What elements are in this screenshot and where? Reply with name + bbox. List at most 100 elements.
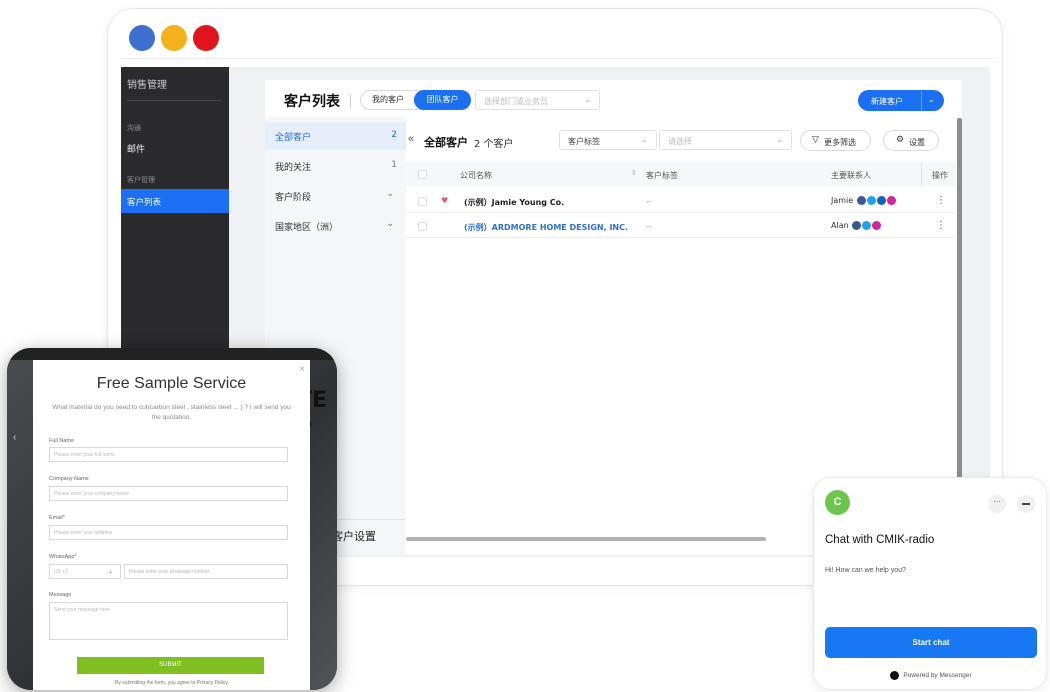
close-icon[interactable]: ×: [299, 364, 305, 375]
column-header-company[interactable]: 公司名称: [460, 170, 492, 181]
chevron-down-icon: ⌄: [386, 219, 394, 229]
country-code-value: US +1: [54, 569, 69, 575]
row-checkbox[interactable]: [418, 197, 427, 206]
tag-value-select[interactable]: 请选择 ⌄: [659, 130, 792, 150]
tab-team-customers[interactable]: 团队客户: [414, 90, 471, 110]
twitter-icon[interactable]: [862, 221, 872, 230]
website-nav-bar: [7, 348, 337, 360]
group-count: 2: [391, 130, 397, 140]
collapse-panel-icon[interactable]: «: [408, 133, 414, 145]
company-name[interactable]: (示例）ARDMORE HOME DESIGN, INC.: [464, 222, 628, 233]
tag-select-value: 客户标签: [568, 137, 600, 146]
facebook-icon[interactable]: [856, 196, 866, 205]
minimize-glyph: [1022, 503, 1030, 505]
filter-icon: ▽: [812, 135, 819, 145]
sidebar-item-customer-list[interactable]: 客户列表: [121, 189, 229, 213]
chat-title: Chat with CMIK-radio: [825, 534, 935, 546]
field-label: Company Name: [49, 476, 89, 482]
chevron-down-icon[interactable]: ⌄: [928, 95, 935, 104]
row-checkbox[interactable]: [418, 222, 427, 231]
facebook-icon[interactable]: [852, 221, 862, 230]
group-country-region[interactable]: 国家地区（洲） ⌄: [265, 212, 406, 240]
messenger-logo-icon: [890, 671, 900, 680]
sidebar-group-label: 沟通: [127, 124, 141, 132]
more-filters-button[interactable]: ▽ 更多筛选: [800, 130, 871, 151]
field-label: Email*: [49, 515, 65, 521]
group-label: 我的关注: [275, 163, 312, 173]
email-input[interactable]: Please enter your address: [49, 525, 288, 540]
column-divider: [921, 162, 922, 187]
button-divider: [921, 91, 922, 110]
field-label: Full Name: [49, 438, 75, 444]
group-label: 国家地区（洲）: [275, 223, 339, 233]
select-all-checkbox[interactable]: [418, 170, 427, 179]
carousel-arrow-icon[interactable]: ‹: [13, 432, 16, 443]
contact-name: Jamie: [831, 196, 854, 205]
minimize-icon[interactable]: [1017, 495, 1035, 513]
chevron-down-icon: ⌄: [108, 569, 114, 575]
instagram-icon[interactable]: [872, 221, 882, 230]
messenger-chat-widget: C ··· Chat with CMIK-radio Hi! How can w…: [813, 477, 1047, 690]
instagram-icon[interactable]: [886, 196, 896, 205]
column-header-tag: 客户标签: [646, 171, 678, 180]
more-filters-label: 更多筛选: [824, 138, 856, 147]
submit-button[interactable]: SUBMIT: [77, 657, 264, 674]
title-divider: [350, 94, 351, 108]
horizontal-scrollbar[interactable]: [406, 537, 766, 541]
chevron-down-icon: ⌄: [776, 135, 783, 144]
contact-name: Alan: [831, 221, 849, 230]
column-header-actions: 操作: [932, 171, 948, 180]
column-header-contact: 主要联系人: [831, 171, 871, 180]
start-chat-button[interactable]: Start chat: [825, 627, 1037, 658]
window-dot-yellow-icon[interactable]: [161, 25, 187, 51]
customer-count: 2 个客户: [474, 139, 514, 150]
country-code-select[interactable]: US +1 ⌄: [49, 564, 121, 579]
chevron-down-icon: ⌄: [641, 135, 648, 144]
powered-by-text: Powered by Messenger: [903, 672, 972, 680]
chat-greeting: Hi! How can we help you?: [825, 567, 906, 574]
group-customer-stage[interactable]: 客户阶段 ⌄: [265, 182, 406, 210]
sort-icon[interactable]: ⇕: [631, 169, 637, 177]
settings-label: 设置: [909, 138, 925, 147]
gear-icon: ⚙: [896, 135, 905, 145]
table-row[interactable]: ♥ (示例）Jamie Young Co. -- Jamie ⋮: [406, 189, 956, 213]
field-label: WhatsApp*: [49, 554, 77, 560]
row-menu-icon[interactable]: ⋮: [936, 195, 946, 206]
company-name[interactable]: (示例）Jamie Young Co.: [464, 197, 564, 208]
customer-tag: --: [646, 222, 652, 231]
group-label: 全部客户: [275, 133, 312, 143]
tab-my-customers[interactable]: 我的客户: [363, 92, 413, 108]
main-contact: Alan: [831, 221, 882, 230]
customer-settings-link[interactable]: 客户设置: [332, 528, 376, 544]
more-options-icon[interactable]: ···: [988, 495, 1006, 513]
whatsapp-input[interactable]: Please enter your whatsapp number: [124, 564, 288, 579]
full-name-input[interactable]: Please enter your full name: [49, 447, 288, 462]
group-following[interactable]: 我的关注 1: [265, 152, 406, 180]
window-divider: [120, 58, 996, 59]
twitter-icon[interactable]: [866, 196, 876, 205]
linkedin-icon[interactable]: [876, 196, 886, 205]
tag-select[interactable]: 客户标签 ⌄: [559, 130, 657, 150]
dept-select-placeholder: 选择部门或业务员: [484, 97, 548, 106]
new-customer-button[interactable]: 新建客户 ⌄: [858, 90, 944, 111]
sidebar-item-mail[interactable]: 邮件: [127, 142, 145, 155]
page-title: 客户列表: [284, 94, 340, 110]
field-label: Message: [49, 592, 72, 598]
filter-title: 全部客户: [424, 136, 468, 149]
vertical-scrollbar[interactable]: [957, 118, 962, 478]
company-name-input[interactable]: Please enter your company name: [49, 486, 288, 501]
main-contact: Jamie: [831, 196, 896, 205]
sidebar-title: 销售管理: [127, 80, 167, 91]
message-textarea[interactable]: Send your message here: [49, 602, 288, 640]
settings-button[interactable]: ⚙ 设置: [883, 130, 939, 151]
chevron-down-icon: ⌄: [386, 189, 394, 199]
sample-form-modal: × Free Sample Service What material do y…: [33, 360, 310, 690]
sidebar-group-label: 客户管理: [127, 176, 155, 184]
window-dot-red-icon[interactable]: [193, 25, 219, 51]
window-dot-blue-icon[interactable]: [129, 25, 155, 51]
row-menu-icon[interactable]: ⋮: [936, 220, 946, 231]
dept-select[interactable]: 选择部门或业务员 ⌄: [475, 90, 600, 110]
table-row[interactable]: (示例）ARDMORE HOME DESIGN, INC. -- Alan ⋮: [406, 214, 956, 238]
group-all-customers[interactable]: 全部客户 2: [265, 122, 406, 150]
heart-icon[interactable]: ♥: [441, 196, 448, 205]
